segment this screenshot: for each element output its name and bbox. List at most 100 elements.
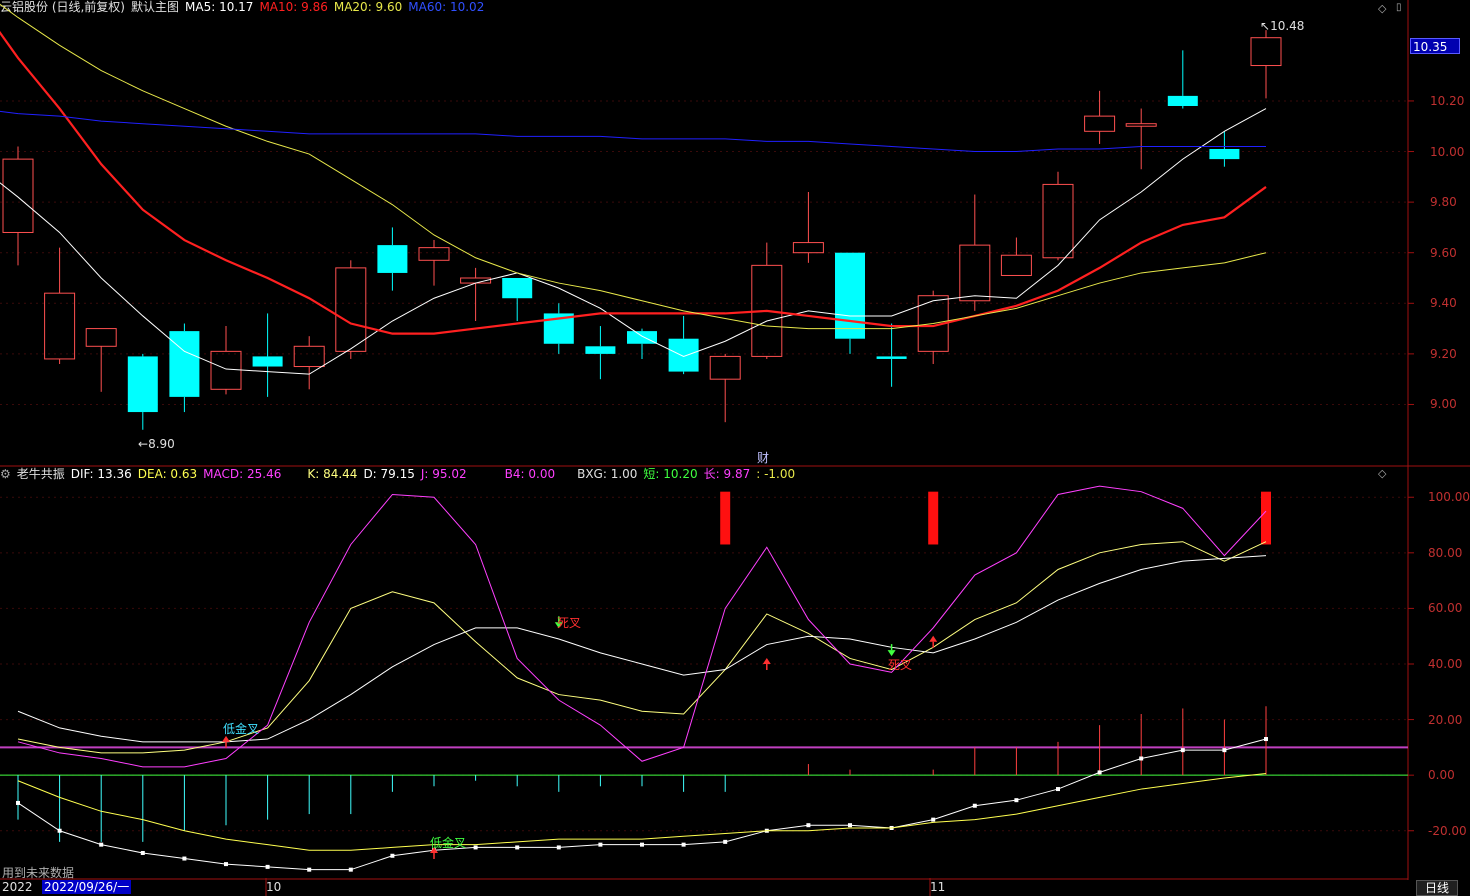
k-line	[17, 541, 1267, 754]
signal-bar	[1261, 491, 1271, 545]
dif-point	[723, 839, 728, 844]
candlestick	[1042, 171, 1074, 261]
candle-body-up	[1000, 254, 1032, 276]
candle-body-up	[1125, 123, 1157, 127]
main-price-chart[interactable]	[0, 0, 1282, 430]
low-value: 8.90	[148, 437, 175, 451]
candlestick	[418, 240, 450, 286]
candle-body-down	[1167, 95, 1198, 106]
dif-point	[265, 864, 270, 869]
dif-point	[224, 862, 228, 867]
buy-arrow-icon	[762, 657, 771, 664]
dead-cross-label: 死叉	[888, 658, 913, 672]
dif-point	[972, 803, 977, 808]
dif-point	[1264, 737, 1268, 742]
price-tick-label: 10.00	[1430, 144, 1465, 159]
candle-body-down	[1209, 149, 1240, 160]
dif-point	[556, 845, 561, 850]
candle-body-up	[1250, 37, 1282, 67]
high-price-label: ↖10.48	[1260, 19, 1305, 33]
candlestick	[709, 353, 741, 423]
finance-marker[interactable]: 财	[757, 451, 769, 465]
low-gold-cross-label: 低金叉	[430, 836, 467, 850]
indicator-tick-label: -20.00	[1428, 823, 1467, 838]
dif-point	[16, 800, 20, 805]
candlestick	[917, 290, 949, 364]
date-cursor-label: 2022/09/26/一	[42, 880, 132, 894]
candlestick	[377, 227, 408, 291]
indicator-tick-label: 60.00	[1428, 601, 1463, 616]
buy-arrow-icon	[929, 635, 938, 642]
dif-point	[390, 853, 395, 858]
low-price-label: ←8.90	[138, 437, 175, 451]
candle-body-down	[876, 356, 907, 359]
candlestick	[876, 323, 907, 387]
dead-cross-label: 死叉	[557, 616, 582, 630]
dif-point	[681, 842, 686, 847]
buy-arrow-icon	[222, 735, 230, 742]
candlestick	[627, 328, 657, 359]
dif-point	[515, 845, 520, 850]
indicator-tick-label: 100.00	[1428, 490, 1470, 505]
dif-point	[348, 867, 353, 872]
low-gold-cross-label: 低金叉	[223, 722, 260, 736]
indicator-tick-label: 20.00	[1428, 712, 1463, 727]
dif-point	[1180, 748, 1185, 753]
candle-body-up	[210, 350, 242, 390]
candle-body-down	[835, 252, 865, 339]
gridlines	[0, 100, 1414, 896]
dif-point	[1139, 756, 1144, 761]
sell-arrow-icon	[887, 650, 896, 657]
period-button[interactable]: 日线	[1416, 880, 1458, 896]
candle-body-down	[585, 346, 616, 354]
ma60-line	[0, 110, 1266, 153]
indicator-chart[interactable]	[0, 485, 1408, 872]
candlestick	[543, 303, 574, 354]
dif-point	[1056, 787, 1060, 792]
candlestick	[127, 353, 158, 430]
candlestick	[44, 247, 76, 364]
candlestick	[1125, 108, 1157, 170]
dif-point	[931, 817, 936, 822]
candlestick	[502, 278, 533, 321]
future-data-note: 用到未来数据	[2, 866, 75, 880]
dif-point	[848, 823, 852, 828]
ma10-line	[0, 30, 1267, 335]
dif-point	[1222, 748, 1227, 753]
candlestick	[293, 336, 325, 390]
candlestick	[335, 260, 367, 359]
candlestick	[169, 323, 200, 413]
dif-point	[640, 842, 644, 847]
candlestick	[1167, 50, 1198, 109]
dif-point	[99, 842, 104, 847]
candlestick	[835, 252, 865, 354]
signal-bar	[720, 491, 731, 545]
dif-line	[17, 738, 1267, 871]
dif-point	[307, 867, 312, 872]
candle-body-up	[1084, 115, 1116, 132]
candle-body-down	[127, 356, 158, 413]
d-line	[17, 555, 1267, 743]
j-line	[17, 485, 1267, 768]
price-tick-label: 10.20	[1430, 93, 1465, 108]
price-tick-label: 9.20	[1430, 346, 1457, 361]
candlestick	[1209, 131, 1240, 167]
indicator-tick-label: 80.00	[1428, 545, 1463, 560]
candlestick	[210, 326, 242, 395]
price-tick-label: 9.60	[1430, 245, 1457, 260]
chart-canvas[interactable]	[0, 0, 1470, 896]
dif-point	[1097, 770, 1102, 775]
year-label: 2022	[2, 880, 33, 894]
candlestick	[85, 328, 117, 392]
candle-body-up	[293, 345, 325, 368]
dif-point	[598, 842, 603, 847]
candle-body-down	[169, 331, 200, 397]
dif-point	[140, 850, 145, 855]
high-value: 10.48	[1270, 19, 1305, 33]
candle-body-up	[418, 247, 450, 261]
dif-point	[806, 823, 811, 828]
dif-point	[473, 845, 478, 850]
candle-body-down	[502, 278, 533, 299]
current-price-tag: 10.35	[1410, 38, 1460, 54]
candle-body-up	[85, 328, 117, 347]
